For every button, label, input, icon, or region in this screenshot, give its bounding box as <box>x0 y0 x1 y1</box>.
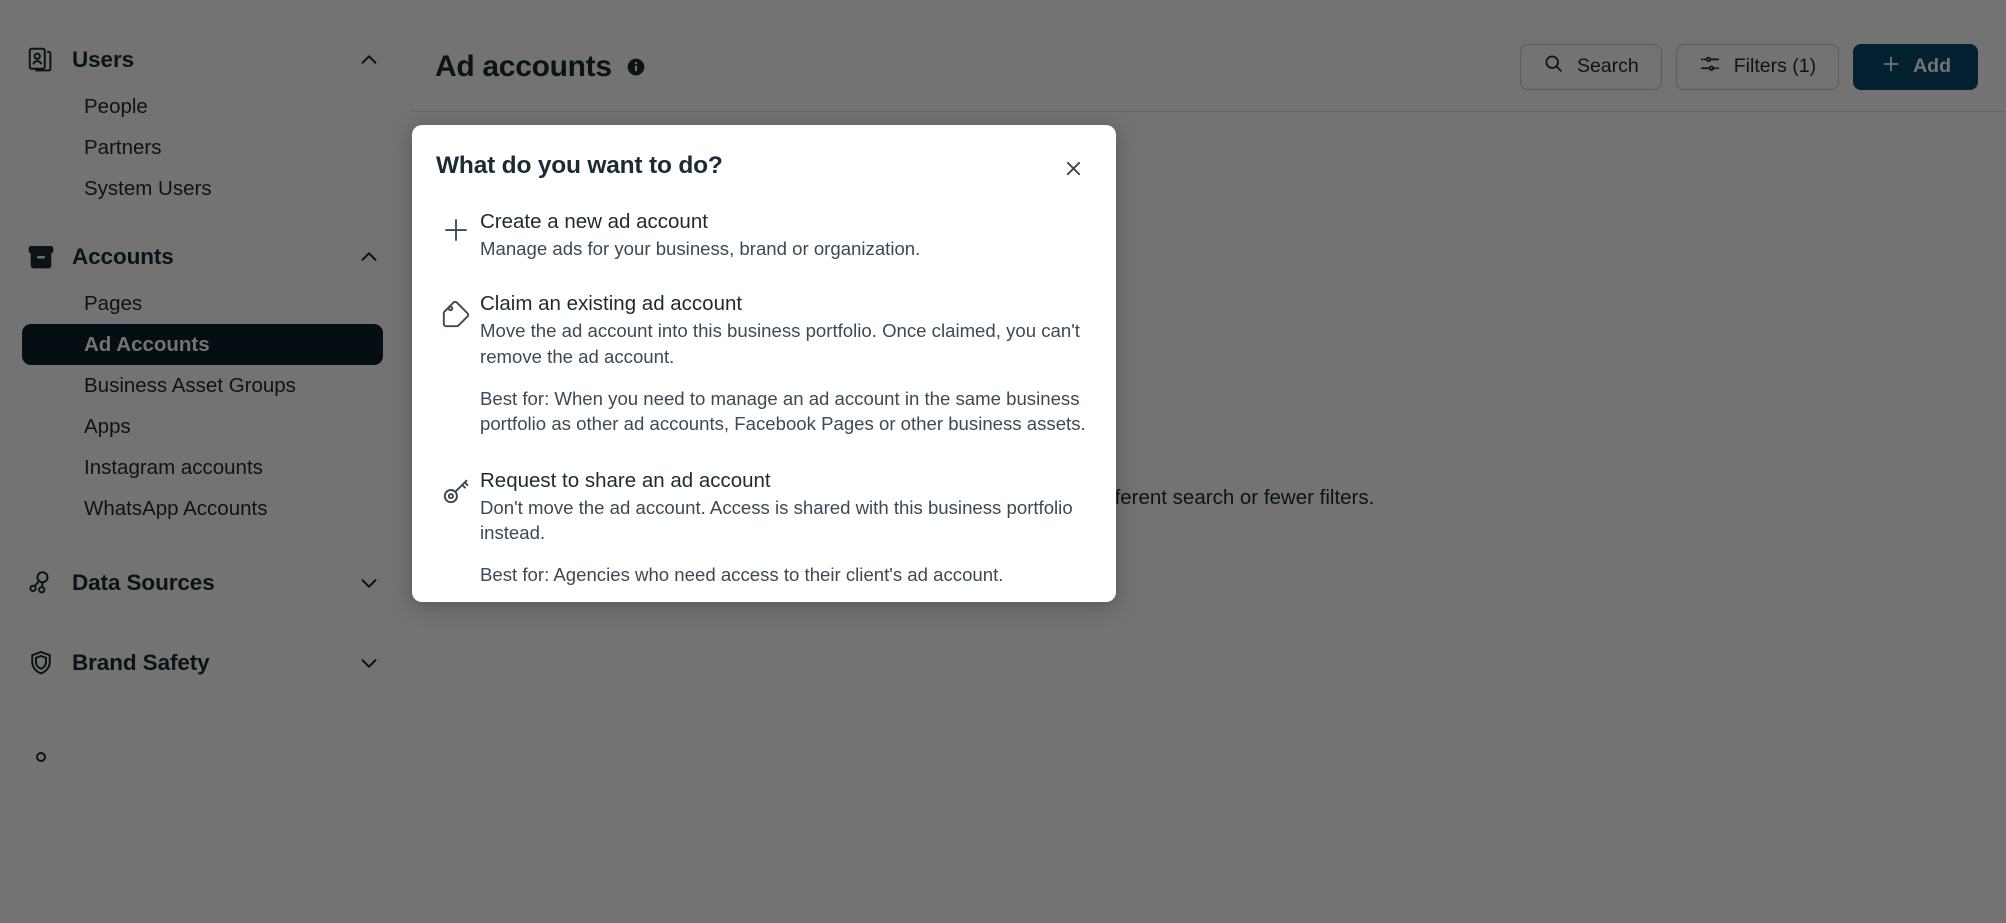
tag-icon <box>432 290 480 331</box>
app-root: Users People Partners System Users A <box>0 0 2006 923</box>
option-text: Claim an existing ad account Move the ad… <box>480 290 1090 436</box>
option-description: Manage ads for your business, brand or o… <box>480 238 921 260</box>
option-description: Move the ad account into this business p… <box>480 320 1080 367</box>
option-text: Create a new ad account Manage ads for y… <box>480 208 1090 261</box>
dialog-header: What do you want to do? <box>412 125 1116 185</box>
option-claim-existing-ad-account[interactable]: Claim an existing ad account Move the ad… <box>432 261 1090 436</box>
option-title: Request to share an ad account <box>480 468 771 492</box>
option-create-new-ad-account[interactable]: Create a new ad account Manage ads for y… <box>432 185 1090 261</box>
dialog-body: Create a new ad account Manage ads for y… <box>412 185 1116 587</box>
dialog-title: What do you want to do? <box>436 152 723 179</box>
option-best-for: Best for: When you need to manage an ad … <box>480 387 1086 435</box>
key-icon <box>432 467 480 508</box>
what-do-you-want-to-do-dialog: What do you want to do? Create a new ad … <box>412 125 1116 602</box>
option-request-share-ad-account[interactable]: Request to share an ad account Don't mov… <box>432 437 1090 588</box>
option-title: Claim an existing ad account <box>480 292 743 316</box>
option-text: Request to share an ad account Don't mov… <box>480 467 1090 588</box>
option-title: Create a new ad account <box>480 210 708 233</box>
plus-icon <box>432 208 480 245</box>
option-best-for: Best for: Agencies who need access to th… <box>480 564 1004 586</box>
close-icon[interactable] <box>1056 151 1090 185</box>
option-description: Don't move the ad account. Access is sha… <box>480 496 1073 543</box>
